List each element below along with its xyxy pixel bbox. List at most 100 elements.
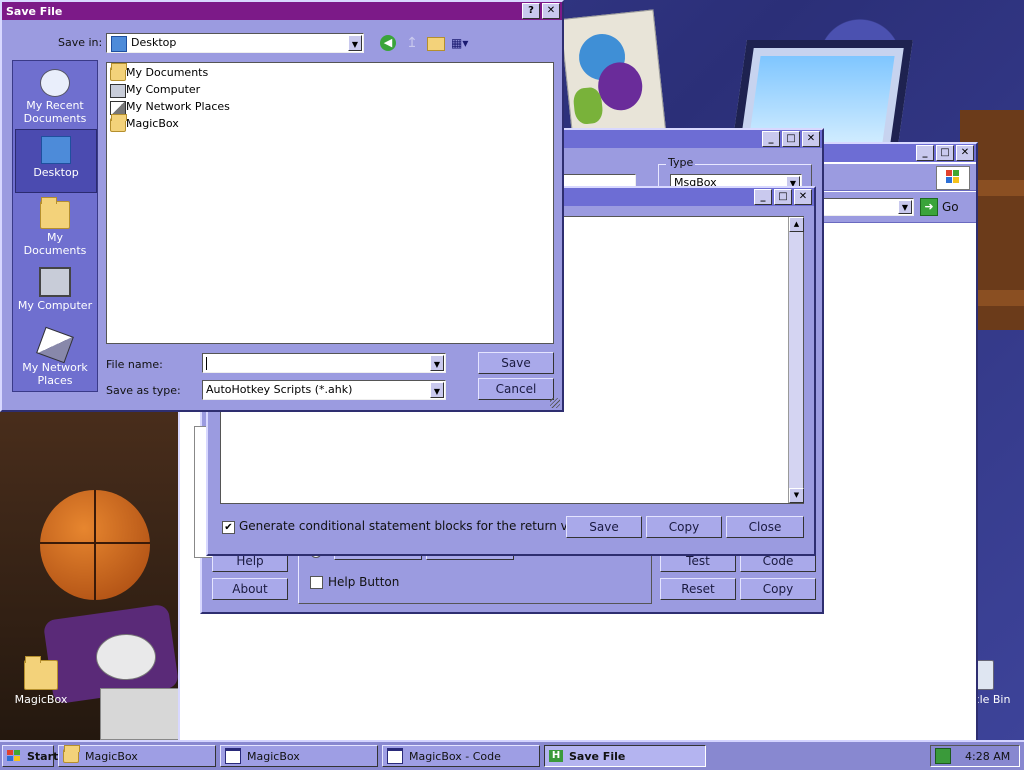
code-close-button[interactable]: Close xyxy=(726,516,804,538)
file-list[interactable]: My Documents My Computer My Network Plac… xyxy=(106,62,554,344)
code-copy-button[interactable]: Copy xyxy=(646,516,722,538)
generate-blocks-checkbox[interactable]: ✔ xyxy=(222,521,235,534)
file-item[interactable]: My Documents xyxy=(109,63,209,81)
folder-icon xyxy=(110,63,127,81)
task-magicbox-folder[interactable]: MagicBox xyxy=(58,745,216,767)
chevron-down-icon[interactable]: ▼ xyxy=(898,200,912,214)
file-item-label: My Computer xyxy=(126,83,201,96)
go-button[interactable]: ➜ Go xyxy=(920,198,970,216)
type-label: Type xyxy=(666,156,696,169)
ahk-icon: H xyxy=(549,750,563,762)
vertical-scrollbar[interactable]: ▲ ▼ xyxy=(788,217,804,503)
scroll-up-icon[interactable]: ▲ xyxy=(789,217,804,232)
maximize-button[interactable]: □ xyxy=(782,131,800,147)
file-name-input[interactable]: ▼ xyxy=(202,353,446,373)
file-item[interactable]: My Computer xyxy=(109,82,200,98)
chevron-down-icon[interactable]: ▼ xyxy=(348,35,362,51)
minimize-button[interactable]: _ xyxy=(762,131,780,147)
view-menu-icon[interactable]: ▦▾ xyxy=(451,35,475,51)
place-desktop[interactable]: Desktop xyxy=(15,129,97,193)
copy-button[interactable]: Copy xyxy=(740,578,816,600)
network-icon xyxy=(110,101,126,115)
recent-documents-icon xyxy=(40,69,70,97)
desktop-icon-magicbox[interactable]: MagicBox xyxy=(6,656,76,706)
task-label: MagicBox xyxy=(247,749,300,763)
save-button[interactable]: Save xyxy=(478,352,554,374)
task-magicbox-code[interactable]: MagicBox - Code xyxy=(382,745,540,767)
back-icon[interactable]: ◀ xyxy=(380,35,396,51)
start-label: Start xyxy=(27,749,59,763)
place-label: Desktop xyxy=(33,166,79,179)
help-button-checkbox-label: Help Button xyxy=(328,575,400,589)
place-label: My Documents xyxy=(23,231,87,257)
minimize-button[interactable]: _ xyxy=(916,145,934,161)
help-button-checkbox[interactable] xyxy=(310,576,323,589)
wallpaper-keyboard xyxy=(100,688,182,740)
places-bar: My Recent Documents Desktop My Documents… xyxy=(12,60,98,392)
windows-logo-icon xyxy=(7,750,21,762)
start-button[interactable]: Start xyxy=(2,745,58,767)
file-item-label: MagicBox xyxy=(126,117,179,130)
file-item[interactable]: MagicBox xyxy=(109,114,179,132)
my-computer-icon xyxy=(39,267,71,297)
save-as-type-select[interactable]: AutoHotkey Scripts (*.ahk) ▼ xyxy=(202,380,446,400)
windows-logo-icon xyxy=(936,166,970,190)
place-my-recent-documents[interactable]: My Recent Documents xyxy=(15,63,95,125)
close-button[interactable]: ✕ xyxy=(956,145,974,161)
chevron-down-icon[interactable]: ▼ xyxy=(430,382,444,398)
generate-blocks-label: Generate conditional statement blocks fo… xyxy=(239,519,594,533)
code-save-button[interactable]: Save xyxy=(566,516,642,538)
save-as-type-value: AutoHotkey Scripts (*.ahk) xyxy=(206,383,353,396)
task-magicbox-app[interactable]: MagicBox xyxy=(220,745,378,767)
save-as-type-label: Save as type: xyxy=(106,384,181,397)
close-icon[interactable]: ✕ xyxy=(542,3,560,19)
desktop-icon-label: MagicBox xyxy=(14,693,68,706)
save-in-label: Save in: xyxy=(58,36,103,49)
folder-icon xyxy=(63,745,80,763)
save-in-select[interactable]: Desktop ▼ xyxy=(106,33,364,53)
place-label: My Network Places xyxy=(22,361,88,387)
save-dialog-title: Save File xyxy=(6,4,63,18)
reset-button[interactable]: Reset xyxy=(660,578,736,600)
place-label: My Recent Documents xyxy=(23,99,87,125)
taskbar: Start MagicBox MagicBox MagicBox - Code … xyxy=(0,740,1024,770)
save-dialog-titlebar: Save File ? ✕ xyxy=(2,2,562,20)
scroll-down-icon[interactable]: ▼ xyxy=(789,488,804,503)
about-button[interactable]: About xyxy=(212,578,288,600)
network-tray-icon[interactable] xyxy=(935,748,951,764)
place-my-documents[interactable]: My Documents xyxy=(15,195,95,257)
window-icon xyxy=(387,748,403,764)
cancel-button[interactable]: Cancel xyxy=(478,378,554,400)
place-my-computer[interactable]: My Computer xyxy=(15,261,95,323)
file-name-label: File name: xyxy=(106,358,163,371)
system-tray: 4:28 AM xyxy=(930,745,1020,767)
place-my-network-places[interactable]: My Network Places xyxy=(15,325,95,387)
help-icon[interactable]: ? xyxy=(522,3,540,19)
maximize-button[interactable]: □ xyxy=(774,189,792,205)
task-save-file[interactable]: H Save File xyxy=(544,745,706,767)
clock[interactable]: 4:28 AM xyxy=(965,750,1010,763)
close-button[interactable]: ✕ xyxy=(802,131,820,147)
task-label: Save File xyxy=(569,749,626,763)
chevron-down-icon[interactable]: ▼ xyxy=(430,355,444,371)
place-label: My Computer xyxy=(17,299,93,312)
text-cursor xyxy=(206,356,207,370)
minimize-button[interactable]: _ xyxy=(754,189,772,205)
desktop-small-icon xyxy=(111,36,127,52)
up-folder-icon[interactable]: ↥ xyxy=(404,35,420,51)
go-label: Go xyxy=(942,200,959,214)
file-item-label: My Documents xyxy=(126,66,209,79)
wallpaper-poster xyxy=(559,9,667,141)
new-folder-icon[interactable] xyxy=(427,37,445,51)
close-button[interactable]: ✕ xyxy=(794,189,812,205)
file-item[interactable]: My Network Places xyxy=(109,99,230,115)
task-label: MagicBox - Code xyxy=(409,749,501,763)
resize-grip-icon[interactable] xyxy=(550,398,560,408)
maximize-button[interactable]: □ xyxy=(936,145,954,161)
file-item-label: My Network Places xyxy=(126,100,230,113)
folder-icon xyxy=(24,656,58,690)
wallpaper-mouse xyxy=(96,634,156,680)
wallpaper-basketball xyxy=(40,490,150,600)
save-in-value: Desktop xyxy=(131,36,177,49)
network-places-icon xyxy=(36,326,74,364)
